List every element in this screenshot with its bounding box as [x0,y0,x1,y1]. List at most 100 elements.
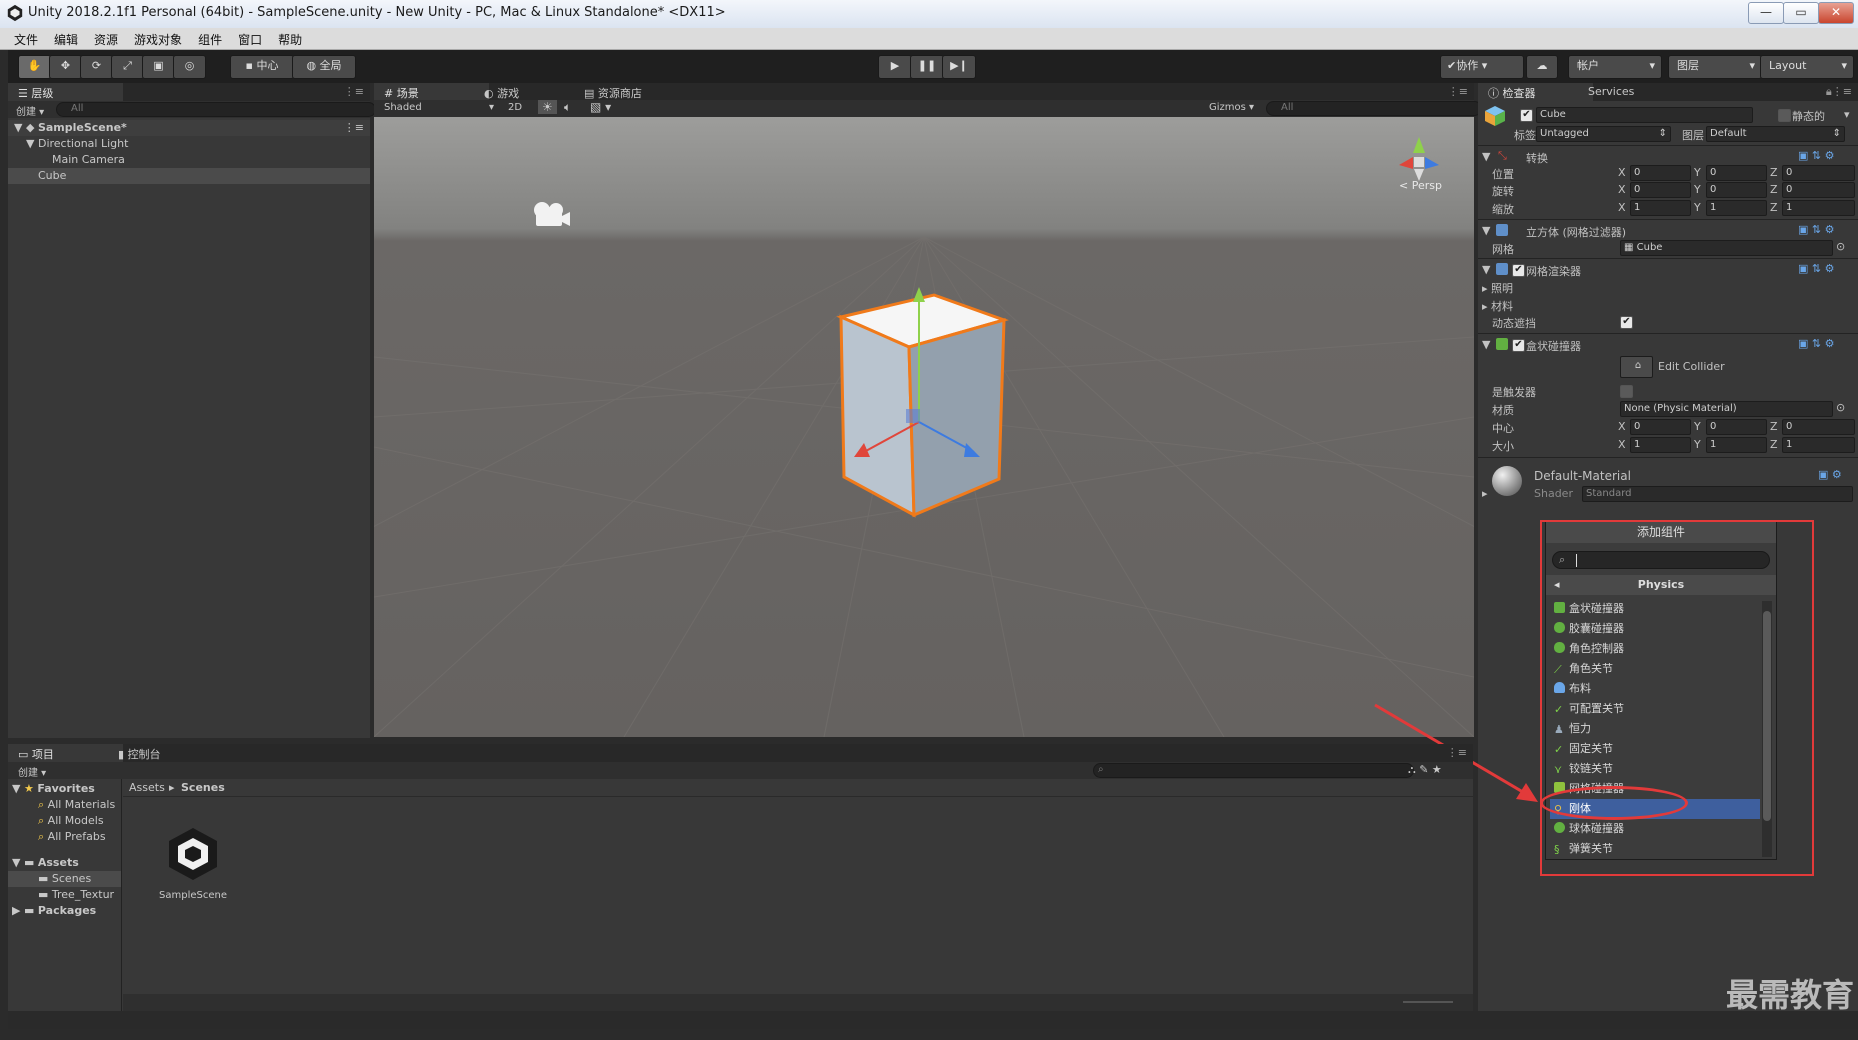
favorites-item[interactable]: ▼ ★ Favorites [12,781,95,797]
menu-component[interactable]: 组件 [190,28,230,48]
project-create-button[interactable]: 创建 ▾ [18,764,46,779]
layer-dropdown[interactable]: Default ⇕ [1706,126,1845,142]
position-x-field[interactable]: 0 [1630,165,1691,181]
menu-gameobject[interactable]: 游戏对象 [126,28,190,48]
help-icon[interactable]: ▣ ⚙ [1818,468,1842,481]
hand-tool-button[interactable]: ✋ [18,55,51,79]
center-x-field[interactable]: 0 [1630,419,1691,435]
lighting-foldout[interactable]: ▸ 照明 [1482,280,1513,296]
hierarchy-item-cube[interactable]: Cube [8,168,370,184]
size-z-field[interactable]: 1 [1782,437,1855,453]
favorite-all-models[interactable]: ⌕ All Models [38,813,104,829]
packages-folder-item[interactable]: ▶ ▬ Packages [12,903,96,919]
transform-tool-button[interactable]: ◎ [173,55,206,79]
size-x-field[interactable]: 1 [1630,437,1691,453]
box-collider-enabled-checkbox[interactable]: ✔ [1512,339,1525,352]
object-picker-icon[interactable]: ⊙ [1836,401,1845,414]
shading-mode-dropdown[interactable]: Shaded ▾ [384,102,494,113]
menu-edit[interactable]: 编辑 [46,28,86,48]
favorite-all-prefabs[interactable]: ⌕ All Prefabs [38,829,106,845]
scale-z-field[interactable]: 1 [1782,200,1855,216]
tab-inspector[interactable]: ⓘ 检查器 [1478,83,1593,105]
minimize-button[interactable]: — [1748,2,1784,24]
help-icon[interactable]: ▣ ⇅ ⚙ [1798,262,1834,275]
cloud-button[interactable]: ☁ [1526,55,1558,79]
effects-toggle-icon[interactable]: ▧ ▾ [590,100,611,114]
rotate-tool-button[interactable]: ⟳ [80,55,113,79]
assets-folder-item[interactable]: ▼ ▬ Assets [12,855,79,871]
expand-arrow-icon[interactable]: ▼ [1482,263,1490,276]
breadcrumb-scenes[interactable]: Scenes [181,781,225,794]
scene-root-row[interactable]: ▼ ◆ SampleScene* ⋮≡ [8,120,370,136]
global-toggle-button[interactable]: ◍ 全局 [292,55,356,79]
object-active-checkbox[interactable]: ✔ [1520,109,1533,122]
panel-menu-icon[interactable]: ⋮≡ [344,85,364,98]
collider-material-field[interactable]: None (Physic Material) [1620,401,1833,417]
expand-arrow-icon[interactable]: ▸ [1482,487,1488,500]
scene-viewport[interactable]: < Persp [374,117,1474,737]
move-tool-button[interactable]: ✥ [49,55,82,79]
favorite-all-materials[interactable]: ⌕ All Materials [38,797,115,813]
shader-dropdown[interactable]: Standard [1582,486,1853,502]
expand-arrow-icon[interactable]: ▼ [1482,224,1490,237]
position-y-field[interactable]: 0 [1706,165,1767,181]
size-y-field[interactable]: 1 [1706,437,1767,453]
hierarchy-item-directional-light[interactable]: ▼ Directional Light [8,136,370,152]
pause-button[interactable]: ❚❚ [910,55,944,79]
2d-toggle-button[interactable]: 2D [508,102,522,113]
audio-toggle-icon[interactable]: 🔈︎ [564,100,571,115]
tab-services[interactable]: Services [1578,83,1678,105]
hierarchy-item-main-camera[interactable]: Main Camera [8,152,370,168]
close-button[interactable]: ✕ [1818,2,1854,24]
expand-arrow-icon[interactable]: ▼ [1482,338,1490,351]
scene-menu-icon[interactable]: ⋮≡ [344,120,364,136]
project-search-input[interactable]: ⌕ [1093,763,1414,778]
object-picker-icon[interactable]: ⊙ [1836,240,1845,253]
mesh-renderer-enabled-checkbox[interactable]: ✔ [1512,264,1525,277]
hierarchy-search-input[interactable]: All [56,102,376,117]
static-checkbox[interactable] [1778,109,1791,122]
orientation-gizmo[interactable] [1399,137,1439,181]
chevron-down-icon[interactable]: ▾ [1844,108,1850,121]
play-button[interactable]: ▶ [878,55,912,79]
pivot-toggle-button[interactable]: ▪ 中心 [230,55,294,79]
gizmos-dropdown[interactable]: Gizmos ▾ [1209,102,1254,113]
object-name-input[interactable]: Cube [1536,107,1753,123]
filter-icons[interactable]: ⛬ ✎ ★ [1408,763,1442,777]
scenes-folder-item[interactable]: ▬ Scenes [8,871,121,887]
maximize-button[interactable]: ▭ [1783,2,1819,24]
scale-tool-button[interactable]: ⤢ [111,55,144,79]
is-trigger-checkbox[interactable] [1620,385,1633,398]
position-z-field[interactable]: 0 [1782,165,1855,181]
rotation-x-field[interactable]: 0 [1630,182,1691,198]
help-icon[interactable]: ▣ ⇅ ⚙ [1798,223,1834,236]
hierarchy-create-button[interactable]: 创建 ▾ [16,103,44,118]
cube-object[interactable] [836,287,1009,518]
layout-dropdown[interactable]: Layout ▾ [1760,55,1854,79]
expand-arrow-icon[interactable]: ▼ [1482,150,1490,163]
panel-menu-icon[interactable]: ⋮≡ [1447,746,1467,759]
panel-menu-icon[interactable]: 🔒︎⋮≡ [1826,85,1852,99]
menu-window[interactable]: 窗口 [230,28,270,48]
scene-search-input[interactable]: All [1266,101,1482,116]
tree-textures-folder-item[interactable]: ▬ Tree_Textur [38,887,114,903]
help-icon[interactable]: ▣ ⇅ ⚙ [1798,149,1834,162]
menu-assets[interactable]: 资源 [86,28,126,48]
collab-dropdown[interactable]: ✔协作 ▾ [1440,55,1524,79]
rotation-y-field[interactable]: 0 [1706,182,1767,198]
layers-dropdown[interactable]: 图层 ▾ [1668,55,1762,79]
scene-asset-item[interactable]: SampleScene [148,824,238,914]
breadcrumb-assets[interactable]: Assets [129,781,165,794]
help-icon[interactable]: ▣ ⇅ ⚙ [1798,337,1834,350]
dynamic-occlusion-checkbox[interactable]: ✔ [1620,316,1633,329]
panel-menu-icon[interactable]: ⋮≡ [1448,85,1468,98]
materials-foldout[interactable]: ▸ 材料 [1482,298,1513,314]
edit-collider-button[interactable]: ⌂ [1620,356,1653,378]
rect-tool-button[interactable]: ▣ [142,55,175,79]
lighting-toggle-icon[interactable]: ☀ [538,100,557,114]
tag-dropdown[interactable]: Untagged ⇕ [1536,126,1671,142]
camera-gizmo-icon[interactable] [534,202,570,226]
menu-file[interactable]: 文件 [0,28,46,48]
rotation-z-field[interactable]: 0 [1782,182,1855,198]
zoom-slider[interactable] [1403,1001,1453,1003]
